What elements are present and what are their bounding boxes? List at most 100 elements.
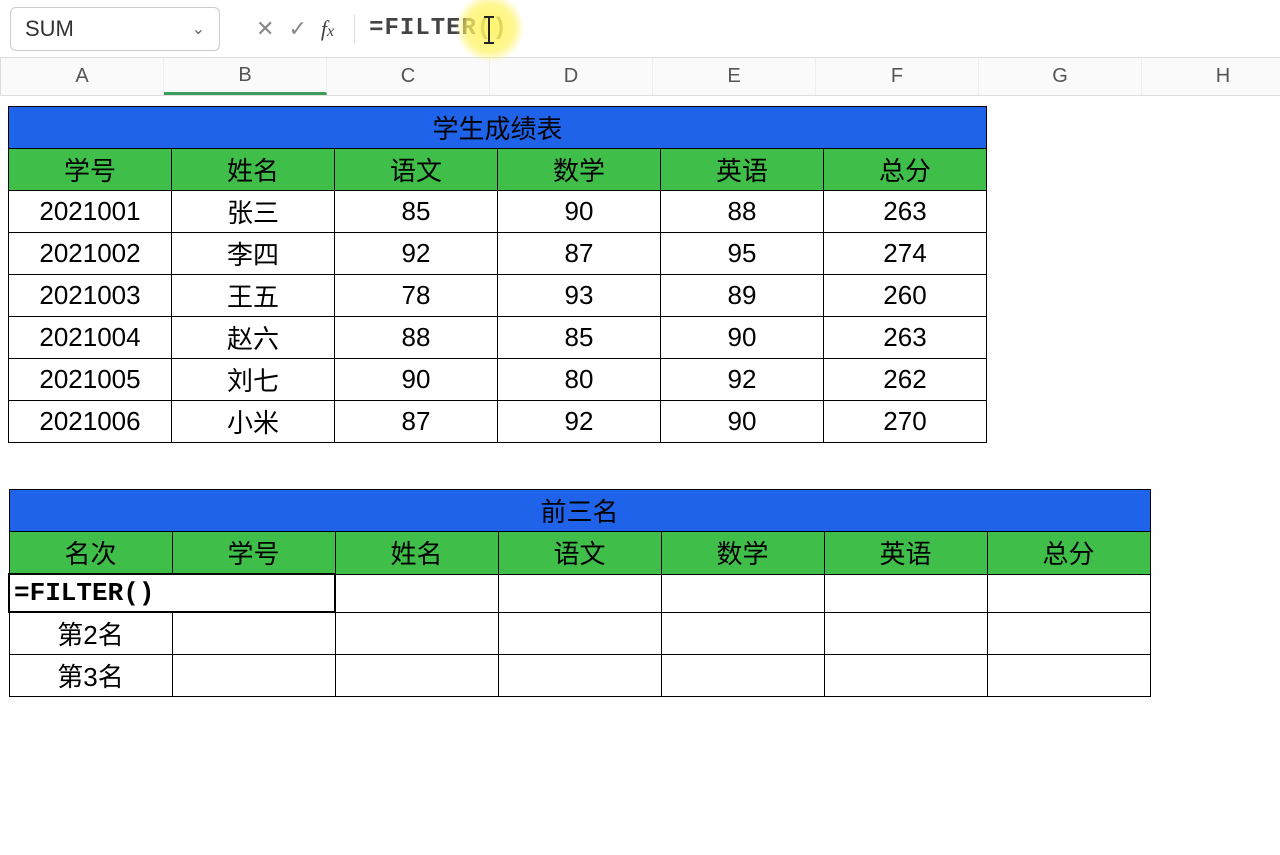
table2-title: 前三名 [9,490,1150,532]
cell[interactable]: 89 [661,275,824,317]
cell[interactable]: 小米 [172,401,335,443]
name-box-value: SUM [25,16,74,42]
table1-h1: 姓名 [172,149,335,191]
cell[interactable] [498,574,661,612]
cell[interactable] [824,574,987,612]
table2-h6: 总分 [987,532,1150,575]
table2-h5: 英语 [824,532,987,575]
cell[interactable]: 85 [335,191,498,233]
cell[interactable] [824,612,987,655]
table-row[interactable]: 第2名 [9,612,1150,655]
cell[interactable]: 88 [661,191,824,233]
cell[interactable]: 274 [824,233,987,275]
cell[interactable] [987,655,1150,697]
table1-h2: 语文 [335,149,498,191]
cell[interactable]: 87 [335,401,498,443]
cell[interactable] [661,655,824,697]
fx-icon[interactable]: fx [321,16,334,42]
table2-header-row: 名次 学号 姓名 语文 数学 英语 总分 [9,532,1150,575]
cell[interactable]: 87 [498,233,661,275]
table1-h0: 学号 [9,149,172,191]
column-header-C[interactable]: C [327,58,490,95]
cell[interactable]: 90 [661,401,824,443]
table-row[interactable]: 2021006小米879290270 [9,401,987,443]
table1-header-row: 学号 姓名 语文 数学 英语 总分 [9,149,987,191]
cell[interactable]: 2021002 [9,233,172,275]
column-header-G[interactable]: G [979,58,1142,95]
cell[interactable]: 260 [824,275,987,317]
table1-title: 学生成绩表 [9,107,987,149]
cell[interactable] [335,612,498,655]
cell[interactable]: 90 [498,191,661,233]
column-header-E[interactable]: E [653,58,816,95]
cell[interactable] [335,655,498,697]
cell[interactable]: 90 [661,317,824,359]
column-header-F[interactable]: F [816,58,979,95]
cell[interactable] [335,574,498,612]
table-top3: 前三名 名次 学号 姓名 语文 数学 英语 总分 =FILTER()第2名第3名 [8,489,1151,697]
table1-h3: 数学 [498,149,661,191]
cancel-icon[interactable]: ✕ [256,16,274,42]
cell[interactable]: 78 [335,275,498,317]
cell[interactable]: 80 [498,359,661,401]
cell[interactable] [824,655,987,697]
cell[interactable]: 2021001 [9,191,172,233]
accept-icon[interactable]: ✓ [288,16,306,42]
cell[interactable]: 2021004 [9,317,172,359]
table2-h3: 语文 [498,532,661,575]
cell[interactable] [987,574,1150,612]
cell[interactable]: 王五 [172,275,335,317]
cell[interactable]: 263 [824,317,987,359]
chevron-down-icon[interactable]: ⌄ [192,19,205,39]
cell[interactable]: 2021003 [9,275,172,317]
spreadsheet-grid[interactable]: ABCDEFGH 学生成绩表 学号 姓名 语文 数学 英语 总分 2021001… [0,58,1280,855]
cell[interactable] [987,612,1150,655]
cell[interactable] [172,655,335,697]
cell[interactable]: 赵六 [172,317,335,359]
cell[interactable]: 85 [498,317,661,359]
cell[interactable]: 92 [661,359,824,401]
column-header-D[interactable]: D [490,58,653,95]
cell[interactable]: 92 [335,233,498,275]
formula-bar-controls: ✕ ✓ fx [256,15,361,43]
table-row[interactable]: 2021005刘七908092262 [9,359,987,401]
table2-h0: 名次 [9,532,172,575]
cell[interactable] [661,574,824,612]
cell[interactable]: 第3名 [9,655,172,697]
cell[interactable]: 270 [824,401,987,443]
cell[interactable]: 262 [824,359,987,401]
cell[interactable]: 张三 [172,191,335,233]
cell[interactable]: 263 [824,191,987,233]
cell[interactable] [172,612,335,655]
cell[interactable]: 2021005 [9,359,172,401]
cell[interactable]: 2021006 [9,401,172,443]
separator [354,15,355,43]
cell[interactable]: 刘七 [172,359,335,401]
column-header-A[interactable]: A [1,58,164,95]
column-header-B[interactable]: B [164,58,327,95]
cell[interactable] [498,612,661,655]
cell[interactable]: 李四 [172,233,335,275]
table-row[interactable]: 2021004赵六888590263 [9,317,987,359]
cell[interactable]: 88 [335,317,498,359]
cell[interactable] [661,612,824,655]
table-row[interactable]: 2021001张三859088263 [9,191,987,233]
table-scores: 学生成绩表 学号 姓名 语文 数学 英语 总分 2021001张三8590882… [8,106,987,443]
name-box[interactable]: SUM ⌄ [10,7,220,51]
cell[interactable]: 92 [498,401,661,443]
cell[interactable]: 95 [661,233,824,275]
table-row[interactable]: 第3名 [9,655,1150,697]
cell[interactable]: 93 [498,275,661,317]
table-row[interactable]: 2021003王五789389260 [9,275,987,317]
cell[interactable]: 第2名 [9,612,172,655]
table2-h1: 学号 [172,532,335,575]
formula-input[interactable]: =FILTER() [361,15,1270,42]
table-row[interactable]: =FILTER() [9,574,1150,612]
column-header-H[interactable]: H [1142,58,1280,95]
cell[interactable]: 90 [335,359,498,401]
editing-cell[interactable]: =FILTER() [9,574,335,612]
table2-h2: 姓名 [335,532,498,575]
cell[interactable] [498,655,661,697]
table2-h4: 数学 [661,532,824,575]
table-row[interactable]: 2021002李四928795274 [9,233,987,275]
